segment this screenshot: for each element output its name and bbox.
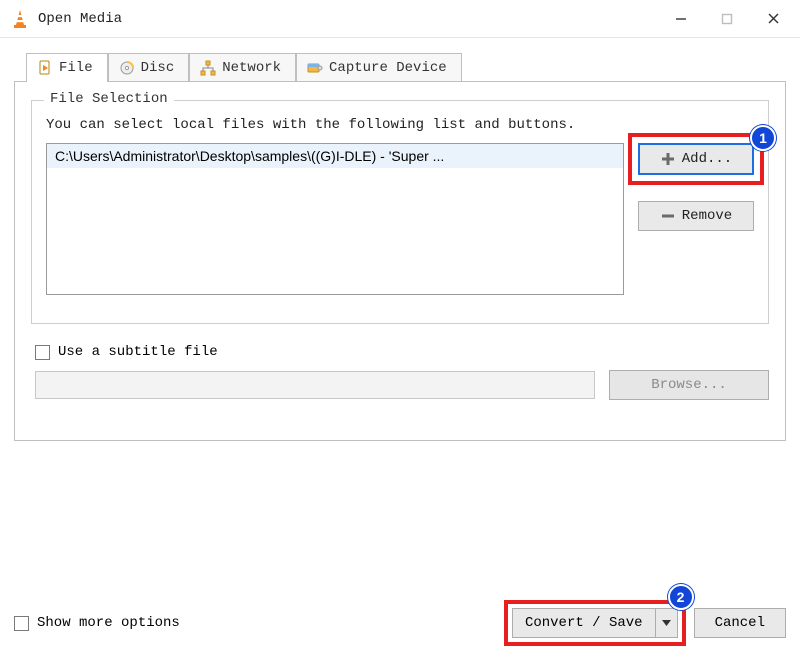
capture-device-icon <box>307 60 323 76</box>
footer-bar: Show more options Convert / Save 2 Cance… <box>14 608 786 638</box>
file-selection-group: File Selection You can select local file… <box>31 100 769 324</box>
tab-file[interactable]: File <box>26 53 108 82</box>
subtitle-checkbox[interactable] <box>35 345 50 360</box>
tab-panel-file: File Selection You can select local file… <box>14 81 786 441</box>
titlebar: Open Media <box>0 0 800 38</box>
disc-icon <box>119 60 135 76</box>
convert-save-label: Convert / Save <box>513 609 655 637</box>
network-icon <box>200 60 216 76</box>
annotation-badge-2: 2 <box>668 584 694 610</box>
tab-network-label: Network <box>222 60 281 76</box>
cancel-button-label: Cancel <box>715 615 765 631</box>
tab-disc-label: Disc <box>141 60 175 76</box>
vlc-icon <box>10 9 30 29</box>
plus-icon <box>660 151 676 167</box>
file-selection-hint: You can select local files with the foll… <box>46 117 754 133</box>
maximize-button[interactable] <box>704 0 750 38</box>
client-area: File Disc Network Capture Device File Se… <box>0 38 800 455</box>
subtitle-file-input <box>35 371 595 399</box>
subtitle-checkbox-label: Use a subtitle file <box>58 344 218 360</box>
tab-strip: File Disc Network Capture Device <box>26 52 786 81</box>
window-title: Open Media <box>38 11 122 27</box>
minimize-button[interactable] <box>658 0 704 38</box>
dropdown-caret-icon[interactable] <box>655 609 677 637</box>
add-button[interactable]: Add... <box>638 143 754 175</box>
tab-capture[interactable]: Capture Device <box>296 53 462 82</box>
add-button-label: Add... <box>682 151 732 167</box>
cancel-button[interactable]: Cancel <box>694 608 786 638</box>
file-list-item[interactable]: C:\Users\Administrator\Desktop\samples\(… <box>47 144 623 168</box>
tab-network[interactable]: Network <box>189 53 296 82</box>
annotation-badge-1: 1 <box>750 125 776 151</box>
show-more-label: Show more options <box>37 615 180 631</box>
file-selection-legend: File Selection <box>44 91 174 107</box>
remove-button[interactable]: Remove <box>638 201 754 231</box>
file-list[interactable]: C:\Users\Administrator\Desktop\samples\(… <box>46 143 624 295</box>
file-icon <box>37 60 53 76</box>
close-button[interactable] <box>750 0 796 38</box>
browse-button-label: Browse... <box>651 377 727 393</box>
browse-button: Browse... <box>609 370 769 400</box>
tab-file-label: File <box>59 60 93 76</box>
convert-save-button[interactable]: Convert / Save <box>512 608 678 638</box>
minus-icon <box>660 208 676 224</box>
tab-disc[interactable]: Disc <box>108 53 190 82</box>
tab-capture-label: Capture Device <box>329 60 447 76</box>
remove-button-label: Remove <box>682 208 732 224</box>
show-more-checkbox[interactable] <box>14 616 29 631</box>
